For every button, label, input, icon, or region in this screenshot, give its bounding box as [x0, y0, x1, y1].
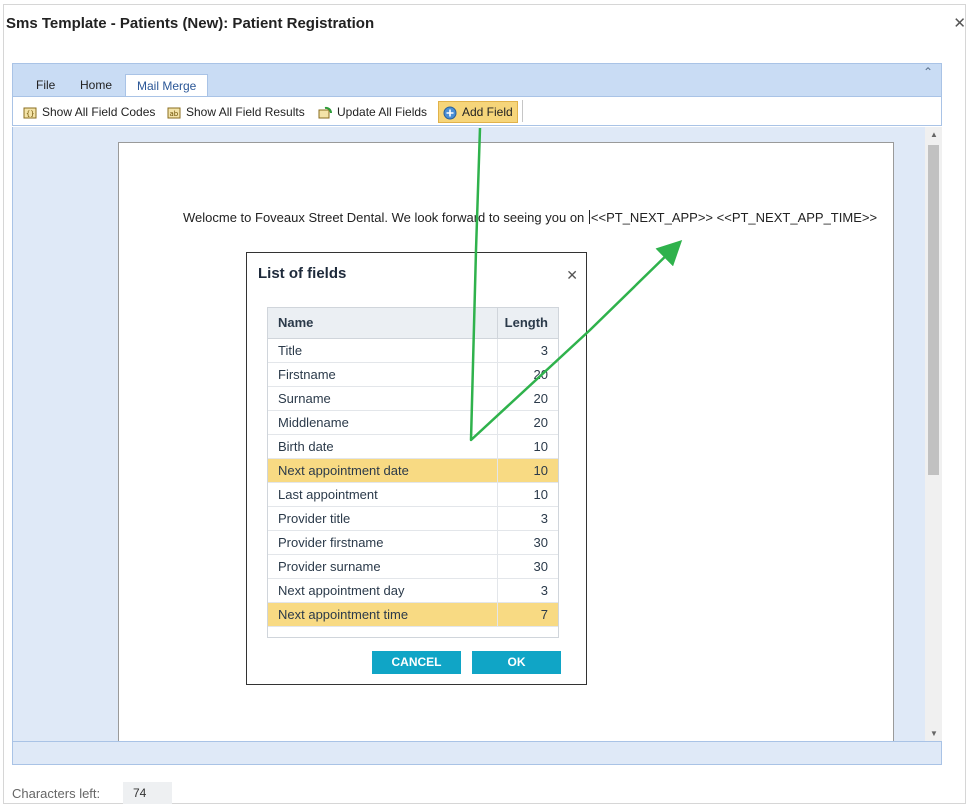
merge-fields: <<PT_NEXT_APP>> <<PT_NEXT_APP_TIME>> — [590, 210, 878, 225]
column-header-length[interactable]: Length — [498, 308, 558, 338]
table-row[interactable]: Title 3 — [268, 339, 558, 363]
field-name-cell: Provider firstname — [268, 531, 498, 554]
table-row[interactable]: Firstname 20 — [268, 363, 558, 387]
table-row[interactable]: Next appointment date 10 — [268, 459, 558, 483]
show-field-codes-button[interactable]: {} Show All Field Codes — [23, 101, 155, 123]
field-name-cell: Firstname — [268, 363, 498, 386]
field-name-cell: Provider surname — [268, 555, 498, 578]
field-length-cell: 20 — [533, 391, 548, 406]
characters-left-label: Characters left: — [12, 786, 101, 801]
table-row[interactable]: Provider title 3 — [268, 507, 558, 531]
update-all-fields-button[interactable]: Update All Fields — [318, 101, 427, 123]
field-length-cell: 30 — [533, 559, 548, 574]
table-row[interactable]: Middlename 20 — [268, 411, 558, 435]
field-name-cell: Next appointment day — [268, 579, 498, 602]
svg-text:ab: ab — [170, 110, 179, 118]
collapse-ribbon-icon[interactable]: ⌃ — [923, 65, 933, 79]
table-header: Name Length — [268, 308, 558, 339]
field-codes-icon: {} — [23, 105, 37, 119]
ribbon: File Home Mail Merge ⌃ {} Show All Field… — [12, 63, 942, 126]
scrollbar-thumb[interactable] — [928, 145, 939, 475]
ok-button[interactable]: OK — [472, 651, 561, 674]
add-field-label: Add Field — [462, 105, 513, 119]
tab-mail-merge[interactable]: Mail Merge — [125, 74, 209, 98]
field-length-cell: 20 — [533, 367, 548, 382]
show-field-results-label: Show All Field Results — [186, 105, 305, 119]
table-row[interactable]: Surname 20 — [268, 387, 558, 411]
table-row[interactable]: Provider firstname 30 — [268, 531, 558, 555]
field-name-cell: Title — [268, 339, 498, 362]
show-field-codes-label: Show All Field Codes — [42, 105, 156, 119]
field-name-cell: Birth date — [268, 435, 498, 458]
field-length-cell: 10 — [533, 463, 548, 478]
dialog-close-icon[interactable]: ✕ — [566, 267, 578, 284]
fields-table: Name Length Title 3 Firstname 20 Surname 20 Mi… — [267, 307, 559, 638]
cancel-button[interactable]: CANCEL — [372, 651, 461, 674]
svg-text:{}: {} — [26, 110, 34, 118]
field-name-cell: Next appointment time — [268, 603, 498, 626]
add-field-button[interactable]: Add Field — [438, 101, 518, 123]
editor-status-bar — [12, 741, 942, 765]
field-name-cell: Last appointment — [268, 483, 498, 506]
field-length-cell: 30 — [533, 535, 548, 550]
mail-merge-toolbar: {} Show All Field Codes ab Show All Fiel… — [13, 96, 941, 125]
update-all-fields-label: Update All Fields — [337, 105, 428, 119]
field-name-cell: Surname — [268, 387, 498, 410]
scroll-down-icon[interactable]: ▼ — [930, 729, 938, 738]
field-length-cell: 3 — [540, 511, 548, 526]
column-header-name[interactable]: Name — [268, 308, 498, 338]
field-name-cell: Provider title — [268, 507, 498, 530]
document-text: Welocme to Foveaux Street Dental. We loo… — [183, 210, 588, 225]
table-row[interactable]: Last appointment 10 — [268, 483, 558, 507]
update-fields-icon — [318, 105, 332, 119]
close-icon[interactable]: ✕ — [953, 14, 966, 32]
table-row[interactable]: Next appointment day 3 — [268, 579, 558, 603]
field-length-cell: 10 — [533, 487, 548, 502]
add-circle-icon — [443, 105, 457, 120]
scroll-up-icon[interactable]: ▲ — [930, 130, 938, 139]
show-field-results-button[interactable]: ab Show All Field Results — [167, 101, 305, 123]
list-of-fields-dialog: List of fields ✕ Name Length Title 3 First… — [246, 252, 587, 685]
field-name-cell: Next appointment date — [268, 459, 498, 482]
text-caret — [588, 210, 590, 224]
table-row[interactable]: Birth date 10 — [268, 435, 558, 459]
window-title: Sms Template - Patients (New): Patient R… — [6, 15, 375, 32]
characters-left-value: 74 — [123, 782, 172, 804]
tab-file[interactable]: File — [25, 74, 66, 96]
field-length-cell: 20 — [533, 415, 548, 430]
tab-home[interactable]: Home — [69, 74, 123, 96]
vertical-scrollbar[interactable]: ▲ ▼ — [925, 127, 942, 741]
field-length-cell: 10 — [533, 439, 548, 454]
field-length-cell: 7 — [540, 607, 548, 622]
document-text-line[interactable]: Welocme to Foveaux Street Dental. We loo… — [183, 210, 877, 225]
field-name-cell: Middlename — [268, 411, 498, 434]
table-row[interactable]: Next appointment time 7 — [268, 603, 558, 627]
toolbar-separator — [522, 100, 523, 122]
table-body: Title 3 Firstname 20 Surname 20 Middlename 20 Bi… — [268, 339, 558, 627]
field-length-cell: 3 — [540, 343, 548, 358]
table-row[interactable]: Provider surname 30 — [268, 555, 558, 579]
dialog-title: List of fields — [258, 265, 347, 282]
ribbon-tabs: File Home Mail Merge ⌃ — [13, 64, 941, 98]
field-results-icon: ab — [167, 105, 181, 119]
field-length-cell: 3 — [540, 583, 548, 598]
